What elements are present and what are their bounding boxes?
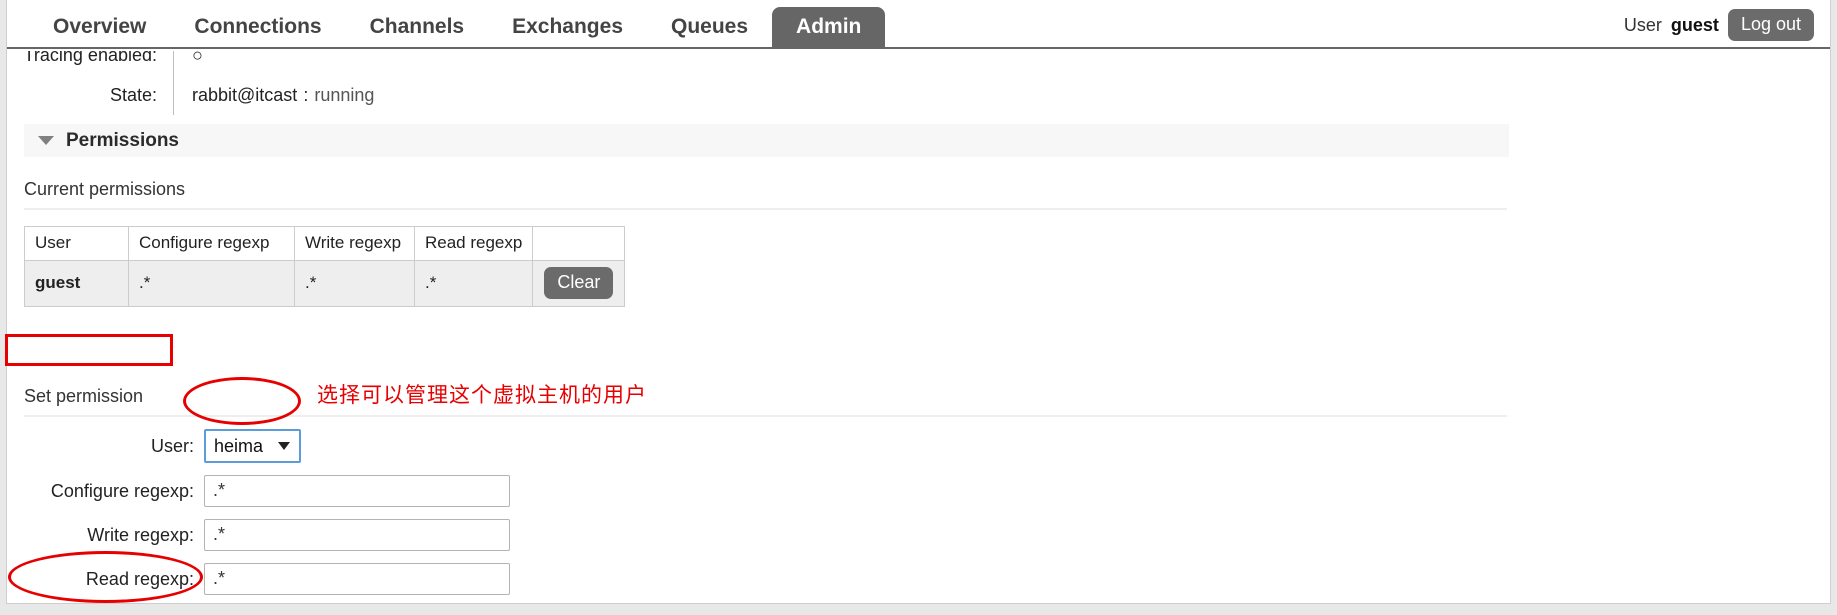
form-row-read-regexp: Read regexp:	[7, 563, 707, 595]
tracing-enabled-row: Tracing enabled: ○	[7, 51, 607, 75]
current-permissions-heading: Current permissions	[24, 179, 1507, 210]
permissions-section-header[interactable]: Permissions	[24, 124, 1509, 157]
cell-actions: Clear	[532, 260, 626, 307]
write-regexp-label: Write regexp:	[87, 524, 194, 545]
column-header-configure-regexp: Configure regexp	[128, 226, 295, 261]
permissions-section-title: Permissions	[66, 129, 179, 151]
read-regexp-label: Read regexp:	[85, 568, 194, 589]
tracing-enabled-label: Tracing enabled:	[23, 51, 157, 65]
clear-permission-button[interactable]: Clear	[544, 267, 614, 299]
column-header-write-regexp: Write regexp	[294, 226, 415, 261]
cell-user: guest	[24, 260, 129, 307]
table-row: guest .* .* .* Clear	[24, 260, 626, 307]
state-value: rabbit@itcast : running	[173, 75, 593, 115]
state-status-text: running	[314, 84, 375, 105]
user-session-area: User guest Log out	[1624, 9, 1814, 41]
user-select[interactable]: heima guest	[204, 429, 301, 463]
nav-tab-connections[interactable]: Connections	[170, 7, 345, 49]
configure-regexp-input[interactable]	[204, 475, 510, 507]
read-regexp-input[interactable]	[204, 563, 510, 595]
user-label: User	[1623, 14, 1662, 35]
user-select-label: User:	[150, 435, 194, 456]
nav-tab-overview[interactable]: Overview	[29, 7, 170, 49]
form-row-write-regexp: Write regexp:	[7, 519, 707, 551]
state-node-name: rabbit@itcast	[192, 84, 298, 105]
window-bottom-strip	[0, 604, 1837, 615]
cell-write-regexp: .*	[294, 260, 415, 307]
set-permission-form: User: heima guest Configure regexp: Writ…	[7, 429, 707, 602]
column-header-actions	[532, 226, 626, 261]
logout-button[interactable]: Log out	[1727, 9, 1814, 41]
vhost-status-rows: Tracing enabled: ○ State: rabbit@itcast …	[7, 51, 607, 115]
form-row-configure-regexp: Configure regexp:	[7, 475, 707, 507]
user-select-wrapper: heima guest	[204, 429, 301, 463]
nav-tab-admin[interactable]: Admin	[772, 7, 886, 49]
write-regexp-input[interactable]	[204, 519, 510, 551]
cell-read-regexp: .*	[413, 260, 534, 307]
set-permission-heading: Set permission	[24, 386, 1507, 417]
main-navbar: Overview Connections Channels Exchanges …	[7, 0, 1830, 49]
admin-vhost-content: Tracing enabled: ○ State: rabbit@itcast …	[7, 51, 1830, 602]
state-separator: :	[303, 84, 309, 105]
form-row-user: User: heima guest	[7, 429, 707, 463]
nav-tab-list: Overview Connections Channels Exchanges …	[29, 6, 886, 49]
nav-tab-channels[interactable]: Channels	[346, 7, 489, 49]
permissions-table-head: User Configure regexp Write regexp Read …	[24, 226, 626, 261]
tracing-enabled-value: ○	[173, 51, 593, 75]
caret-down-icon[interactable]	[38, 136, 54, 145]
current-username: guest	[1670, 14, 1719, 35]
column-header-user: User	[24, 226, 129, 261]
column-header-read-regexp: Read regexp	[413, 226, 534, 261]
state-label: State:	[109, 84, 157, 105]
table-header-row: User Configure regexp Write regexp Read …	[24, 226, 626, 261]
nav-tab-exchanges[interactable]: Exchanges	[488, 7, 647, 49]
page-root: Overview Connections Channels Exchanges …	[0, 0, 1837, 615]
state-row: State: rabbit@itcast : running	[7, 75, 607, 115]
current-permissions-table: User Configure regexp Write regexp Read …	[24, 226, 626, 307]
nav-tab-queues[interactable]: Queues	[647, 7, 772, 49]
configure-regexp-label: Configure regexp:	[50, 480, 194, 501]
browser-content-frame: Overview Connections Channels Exchanges …	[6, 0, 1831, 604]
cell-configure-regexp: .*	[128, 260, 295, 307]
permissions-table-body: guest .* .* .* Clear	[24, 260, 626, 307]
